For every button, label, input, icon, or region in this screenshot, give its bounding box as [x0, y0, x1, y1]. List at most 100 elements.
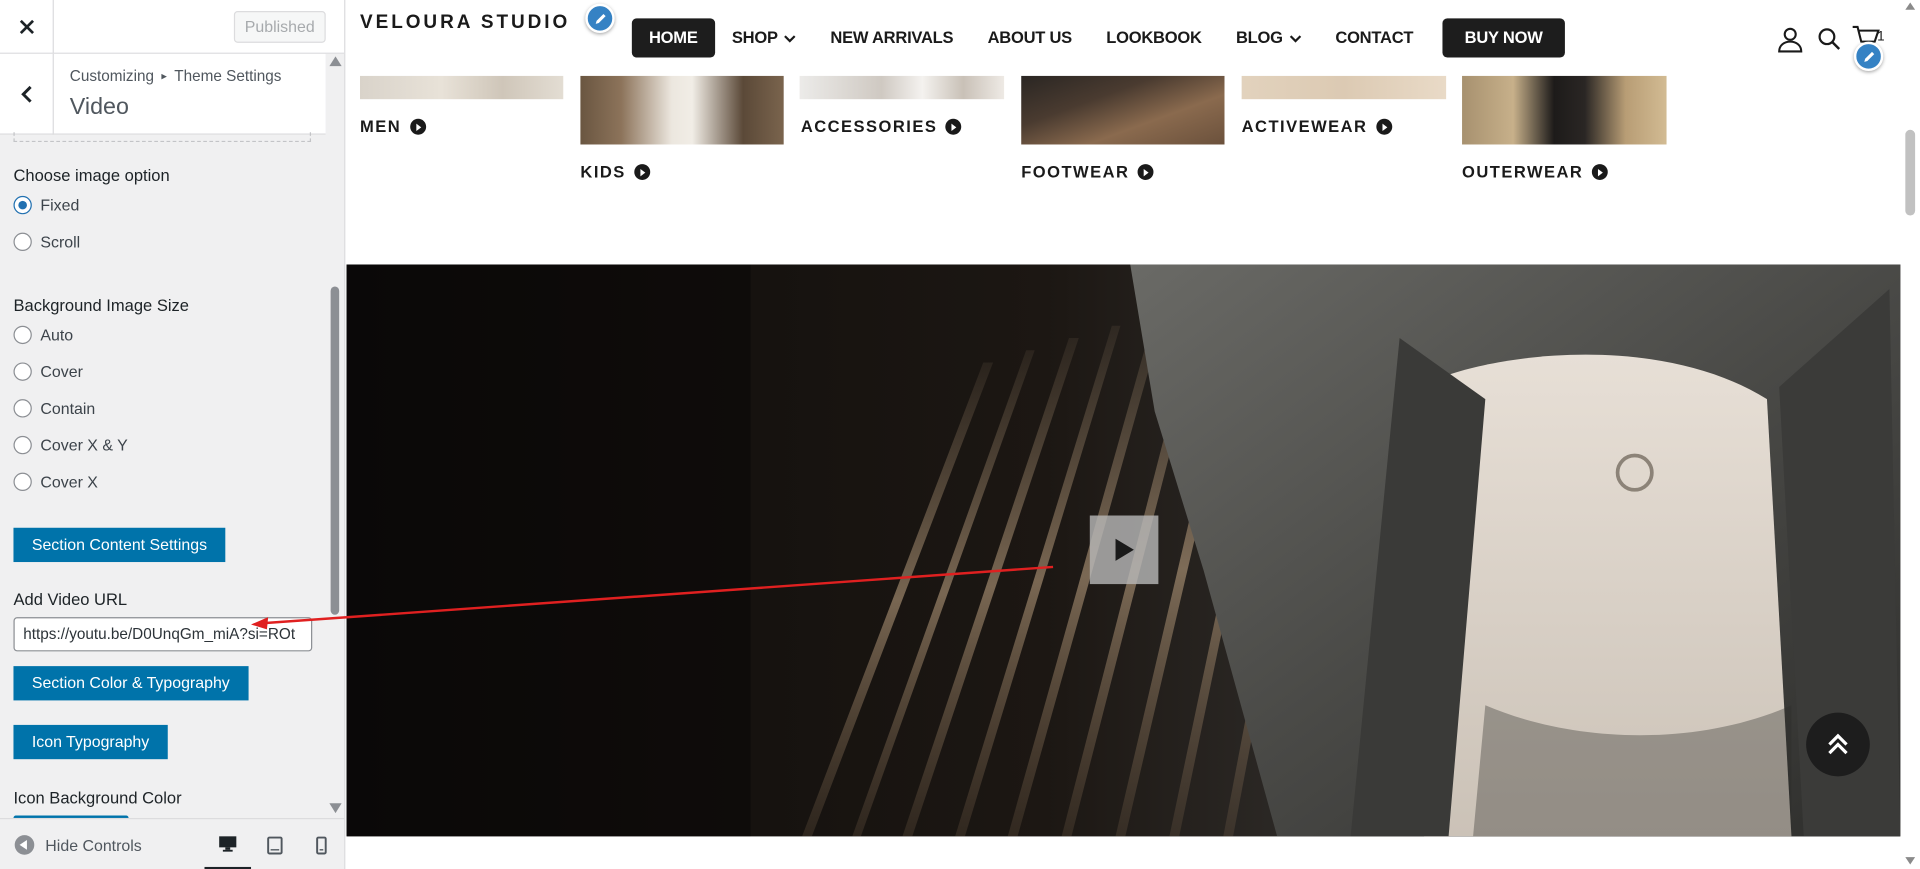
- nav-shop[interactable]: SHOP: [715, 18, 814, 57]
- radio-fixed[interactable]: Fixed: [13, 195, 80, 215]
- chevron-left-icon: [20, 85, 32, 103]
- chevron-down-icon: [784, 34, 796, 42]
- category-link-kids[interactable]: KIDS: [580, 163, 651, 181]
- video-url-label: Add Video URL: [13, 590, 128, 609]
- arrow-circle-icon: [634, 164, 651, 181]
- section-content-settings-button[interactable]: Section Content Settings: [13, 527, 226, 563]
- mobile-icon: [315, 835, 327, 854]
- edit-shortcut-brand[interactable]: [585, 3, 615, 34]
- hide-controls-button[interactable]: Hide Controls: [14, 835, 142, 855]
- radio-button[interactable]: [13, 399, 32, 418]
- category-image-outerwear[interactable]: [1462, 75, 1667, 145]
- radio-cover-x-y[interactable]: Cover X & Y: [13, 435, 128, 455]
- breadcrumb-parent: Theme Settings: [174, 67, 282, 85]
- radio-button[interactable]: [13, 325, 32, 345]
- nav-label: LOOKBOOK: [1106, 28, 1202, 47]
- nav-label: BLOG: [1235, 28, 1283, 47]
- bg-size-label: Background Image Size: [13, 296, 189, 315]
- arrow-circle-icon: [409, 118, 426, 135]
- category-image-footwear[interactable]: [1021, 75, 1225, 145]
- category-image-activewear[interactable]: [1241, 75, 1447, 100]
- arrow-circle-icon: [1591, 164, 1608, 181]
- category-link-outerwear[interactable]: OUTERWEAR: [1462, 163, 1608, 181]
- scroll-down-arrow[interactable]: [1905, 857, 1916, 865]
- scrollbar-thumb[interactable]: [1905, 129, 1916, 216]
- device-tablet-button[interactable]: [251, 819, 298, 869]
- published-button[interactable]: Published: [233, 11, 326, 43]
- device-desktop-button[interactable]: [204, 819, 252, 869]
- nav-about-us[interactable]: ABOUT US: [970, 18, 1089, 57]
- nav-label: HOME: [648, 28, 698, 47]
- category-link-accessories[interactable]: ACCESSORIES: [801, 118, 962, 136]
- section-color-typography-button[interactable]: Section Color & Typography: [13, 666, 249, 701]
- nav-label: CONTACT: [1335, 28, 1414, 47]
- arrow-circle-icon: [1137, 164, 1154, 181]
- search-icon[interactable]: [1817, 27, 1841, 51]
- nav-blog[interactable]: BLOG: [1219, 18, 1318, 57]
- icon-bg-color-label: Icon Background Color: [13, 788, 182, 807]
- category-image-accessories[interactable]: [799, 75, 1005, 100]
- scroll-up-arrow[interactable]: [1905, 2, 1916, 10]
- main-navigation: HOME SHOP NEW ARRIVALS ABOUT US LOOKBOOK…: [631, 18, 1565, 58]
- chevron-down-icon: [1289, 34, 1301, 42]
- radio-scroll[interactable]: Scroll: [13, 232, 81, 252]
- category-label: MEN: [360, 117, 402, 136]
- edit-shortcut-header[interactable]: [1853, 41, 1884, 72]
- breadcrumb-separator: ▸: [161, 69, 167, 83]
- radio-contain[interactable]: Contain: [13, 399, 96, 418]
- site-preview: VELOURA STUDIO HOME SHOP NEW ARRIVALS AB…: [346, 0, 1920, 869]
- category-image-kids[interactable]: [580, 75, 784, 145]
- pencil-icon: [1863, 51, 1874, 62]
- radio-label: Fixed: [40, 195, 80, 215]
- nav-home[interactable]: HOME: [631, 18, 715, 58]
- back-to-top-button[interactable]: [1806, 712, 1870, 777]
- radio-button[interactable]: [13, 232, 32, 252]
- radio-label: Scroll: [40, 232, 81, 252]
- preview-scrollbar[interactable]: [1900, 0, 1920, 869]
- category-link-activewear[interactable]: ACTIVEWEAR: [1242, 118, 1392, 136]
- radio-cover-x[interactable]: Cover X: [13, 472, 98, 492]
- category-label: ACCESSORIES: [800, 117, 938, 136]
- radio-button[interactable]: [13, 472, 32, 492]
- radio-label: Contain: [40, 399, 96, 418]
- nav-contact[interactable]: CONTACT: [1318, 18, 1430, 57]
- scroll-down-arrow[interactable]: [329, 803, 342, 814]
- radio-button[interactable]: [13, 362, 32, 381]
- breadcrumb: Customizing ▸ Theme Settings: [70, 67, 282, 84]
- buy-now-button[interactable]: BUY NOW: [1442, 18, 1565, 58]
- radio-button[interactable]: [13, 435, 32, 455]
- device-mobile-button[interactable]: [298, 819, 345, 869]
- customizer-header: Published: [0, 0, 345, 54]
- dashed-placeholder: [13, 132, 312, 143]
- scroll-up-arrow[interactable]: [329, 56, 342, 67]
- close-icon: [19, 19, 34, 35]
- sidebar-scrollbar[interactable]: [325, 53, 345, 818]
- close-customizer-button[interactable]: [0, 0, 54, 54]
- radio-auto[interactable]: Auto: [13, 325, 73, 345]
- section-title: Video: [69, 94, 129, 121]
- radio-button[interactable]: [13, 195, 32, 215]
- tablet-icon: [266, 835, 283, 854]
- desktop-icon: [219, 835, 237, 852]
- double-chevron-up-icon: [1828, 733, 1848, 755]
- category-link-men[interactable]: MEN: [360, 118, 426, 136]
- category-image-men[interactable]: [360, 75, 564, 100]
- image-option-label: Choose image option: [13, 166, 170, 185]
- category-label: ACTIVEWEAR: [1241, 117, 1368, 136]
- nav-lookbook[interactable]: LOOKBOOK: [1089, 18, 1219, 57]
- radio-cover[interactable]: Cover: [13, 362, 83, 381]
- site-brand[interactable]: VELOURA STUDIO: [360, 12, 570, 34]
- back-button[interactable]: [0, 53, 54, 135]
- scrollbar-thumb[interactable]: [330, 286, 340, 615]
- video-play-button[interactable]: [1089, 515, 1159, 585]
- video-section[interactable]: [346, 264, 1901, 837]
- arrow-circle-icon: [945, 118, 962, 135]
- nav-new-arrivals[interactable]: NEW ARRIVALS: [813, 18, 970, 57]
- customizer-sidebar: Published Customizing ▸ Theme Settings Vid…: [0, 0, 346, 869]
- category-link-footwear[interactable]: FOOTWEAR: [1021, 163, 1154, 181]
- icon-typography-button[interactable]: Icon Typography: [13, 724, 168, 760]
- video-url-input[interactable]: [13, 617, 313, 652]
- user-icon[interactable]: [1776, 24, 1805, 53]
- hide-controls-label: Hide Controls: [45, 835, 142, 855]
- nav-label: NEW ARRIVALS: [830, 28, 954, 47]
